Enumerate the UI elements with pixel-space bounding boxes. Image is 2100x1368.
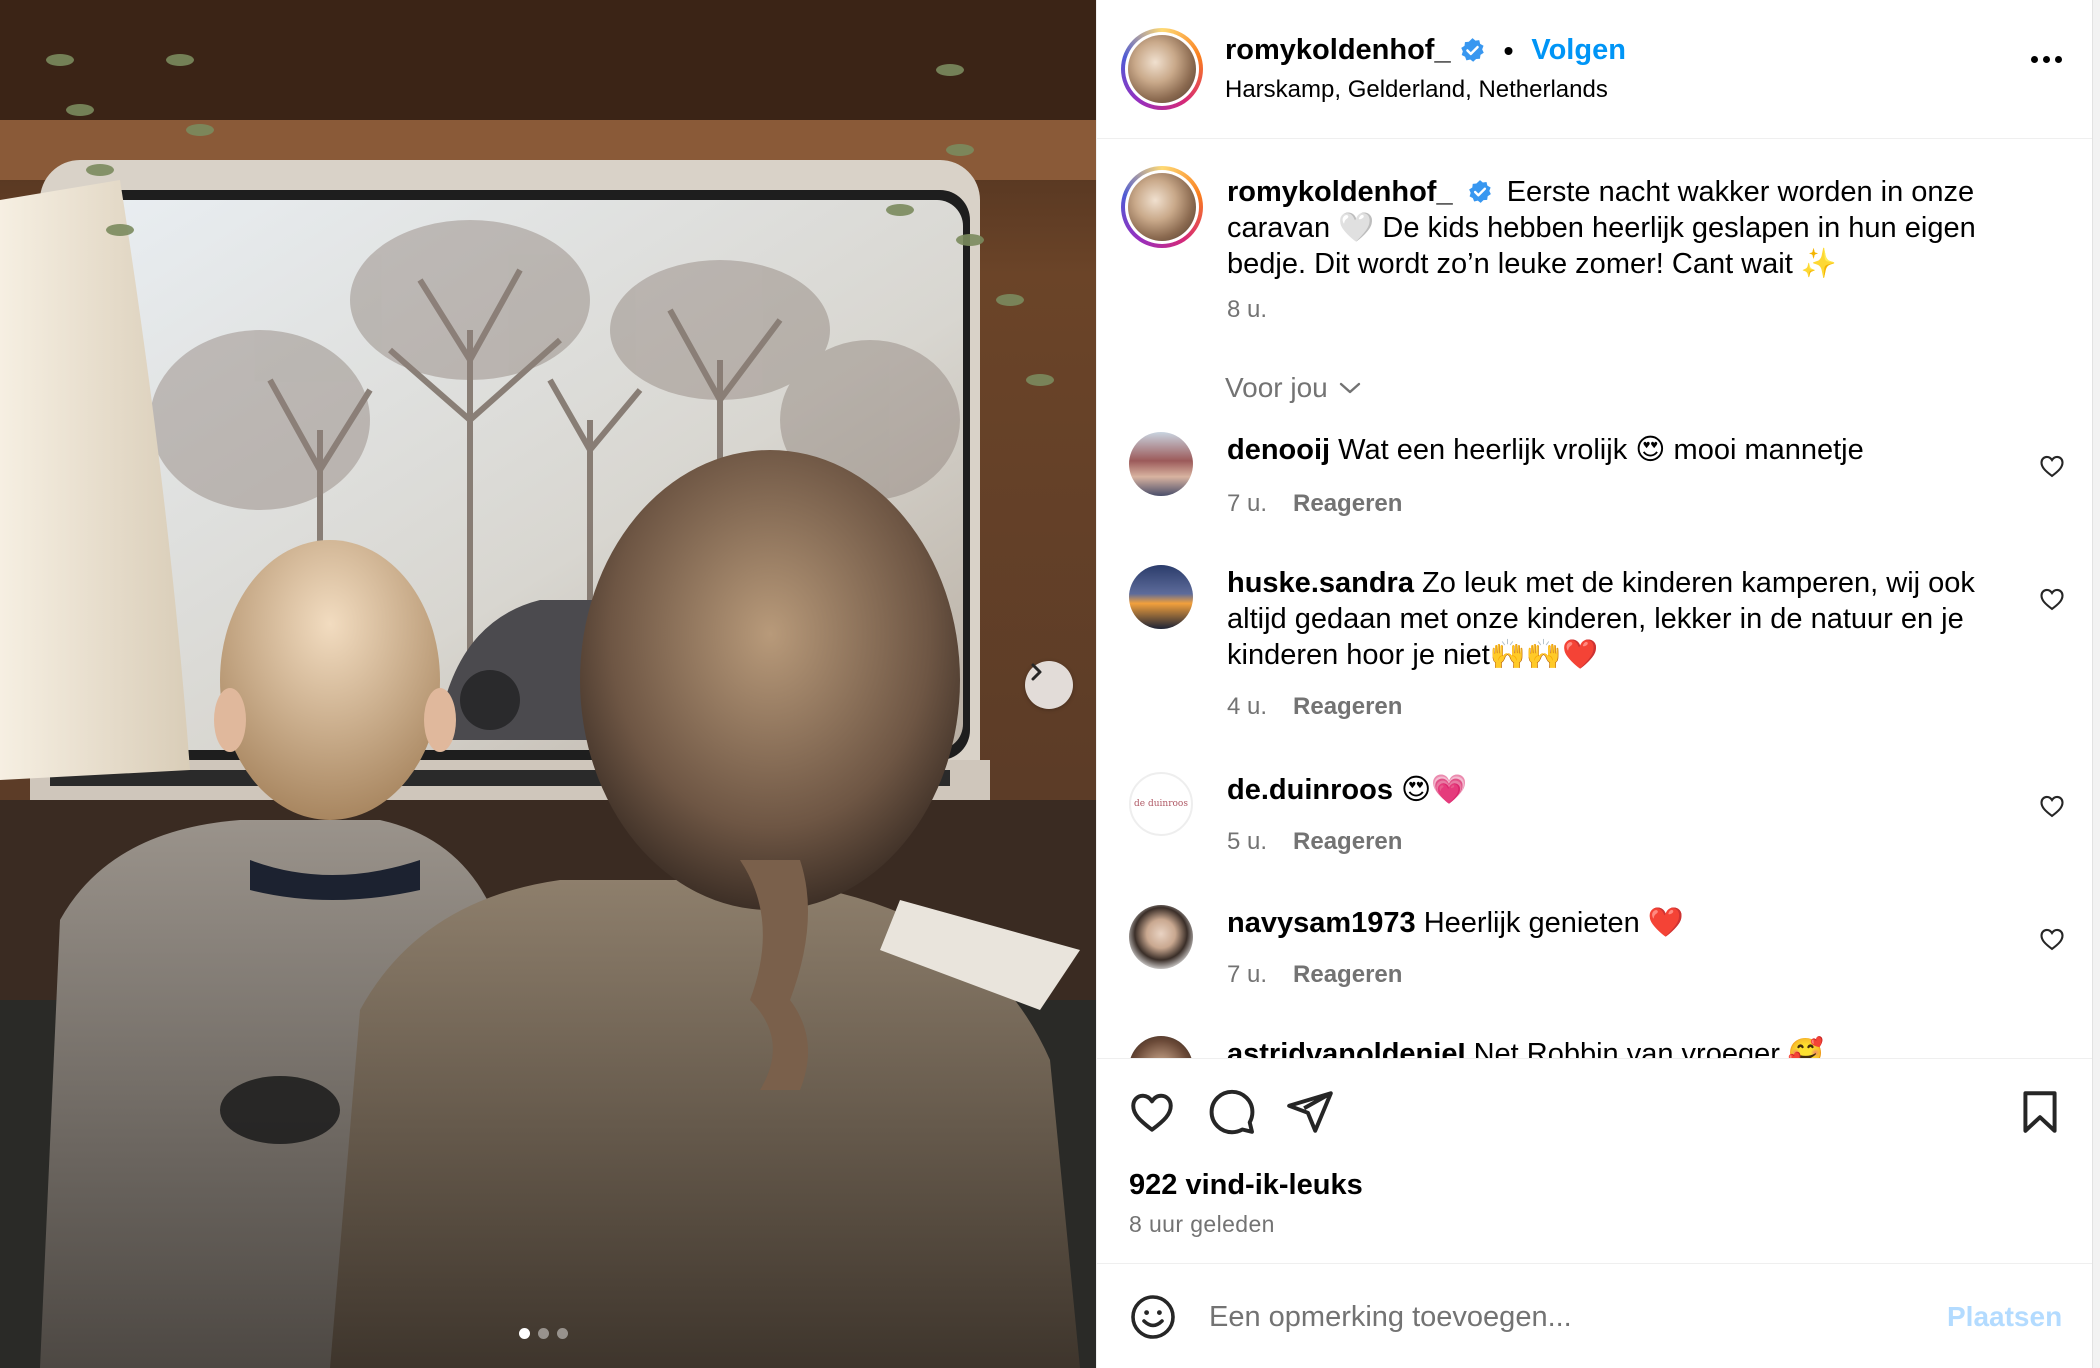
- comment-bubble-icon[interactable]: [1207, 1087, 1257, 1137]
- comment-text: 😍💗: [1401, 774, 1468, 806]
- comments-filter-label: Voor jou: [1225, 372, 1328, 403]
- commenter-username[interactable]: de.duinroos: [1227, 774, 1393, 806]
- window-edge: [2092, 0, 2100, 1368]
- commenter-avatar[interactable]: [1129, 432, 1193, 496]
- like-comment-heart-icon[interactable]: [2038, 792, 2066, 820]
- comment-meta: 5 u. Reageren: [1227, 828, 1402, 856]
- like-heart-icon[interactable]: [1127, 1087, 1177, 1137]
- post-media[interactable]: [0, 0, 1096, 1368]
- author-avatar[interactable]: [1121, 28, 1203, 110]
- caption-timestamp: 8 u.: [1227, 296, 1268, 323]
- post-side-panel: romykoldenhof_ • Volgen Harskamp, Gelder…: [1096, 0, 2093, 1368]
- reply-button[interactable]: Reageren: [1293, 490, 1402, 518]
- comment-meta: 4 u. Reageren: [1227, 693, 1402, 721]
- carousel-dot: [538, 1328, 549, 1339]
- avatar-logo-text: de duinroos: [1134, 799, 1188, 809]
- carousel-dot: [519, 1328, 530, 1339]
- carousel-indicator: [519, 1328, 568, 1339]
- post-actions-bar: 922 vind-ik-leuks 8 uur geleden: [1097, 1058, 2093, 1264]
- carousel-dot: [557, 1328, 568, 1339]
- comment-text-block: navysam1973 Heerlijk genieten ❤️: [1227, 905, 1997, 941]
- comment-composer: Plaatsen: [1097, 1265, 2093, 1368]
- commenter-username[interactable]: huske.sandra: [1227, 567, 1414, 599]
- follow-button[interactable]: Volgen: [1531, 34, 1626, 67]
- commenter-avatar[interactable]: [1129, 905, 1193, 969]
- comment-time: 5 u.: [1227, 828, 1268, 855]
- post-comment-button[interactable]: Plaatsen: [1947, 1301, 2062, 1333]
- bookmark-save-icon[interactable]: [2015, 1087, 2065, 1137]
- comment-time: 7 u.: [1227, 961, 1268, 988]
- commenter-avatar[interactable]: [1129, 1036, 1193, 1058]
- reply-button[interactable]: Reageren: [1293, 693, 1402, 721]
- author-username[interactable]: romykoldenhof_: [1225, 34, 1451, 67]
- comment-text: Wat een heerlijk vrolijk 😍 mooi mannetje: [1338, 434, 1864, 466]
- post-header: romykoldenhof_ • Volgen Harskamp, Gelder…: [1097, 0, 2093, 139]
- verified-badge-icon: [1468, 180, 1491, 203]
- share-paper-plane-icon[interactable]: [1285, 1087, 1335, 1137]
- caption-text-block: romykoldenhof_ Eerste nacht wakker worde…: [1227, 174, 2017, 282]
- post-timestamp: 8 uur geleden: [1129, 1211, 1275, 1237]
- comment-time: 4 u.: [1227, 693, 1268, 720]
- comment-text-block: huske.sandra Zo leuk met de kinderen kam…: [1227, 565, 1997, 673]
- carousel-next-button[interactable]: [1025, 661, 1073, 709]
- caption-author-avatar[interactable]: [1121, 166, 1203, 248]
- commenter-username[interactable]: navysam1973: [1227, 907, 1416, 939]
- likes-count[interactable]: 922 vind-ik-leuks: [1129, 1169, 1363, 1202]
- comment-time: 7 u.: [1227, 490, 1268, 517]
- comment-meta: 7 u. Reageren: [1227, 490, 1402, 518]
- post-location[interactable]: Harskamp, Gelderland, Netherlands: [1225, 76, 1608, 104]
- comment-text: Net Robbin van vroeger 🥰: [1473, 1038, 1825, 1058]
- like-comment-heart-icon[interactable]: [2038, 585, 2066, 613]
- separator-dot: •: [1503, 34, 1514, 66]
- comment-text-block: de.duinroos 😍💗: [1227, 772, 1997, 808]
- commenter-username[interactable]: astridvanoldenieI: [1227, 1038, 1466, 1058]
- comments-filter-dropdown[interactable]: Voor jou: [1225, 372, 1362, 404]
- emoji-picker-icon[interactable]: [1129, 1293, 1177, 1341]
- comments-list[interactable]: romykoldenhof_ Eerste nacht wakker worde…: [1097, 140, 2093, 1058]
- comment-text-block: astridvanoldenieI Net Robbin van vroeger…: [1227, 1036, 1997, 1058]
- reply-button[interactable]: Reageren: [1293, 828, 1402, 856]
- commenter-username[interactable]: denooij: [1227, 434, 1330, 466]
- chevron-right-icon: [1031, 663, 1042, 681]
- comment-text: Heerlijk genieten ❤️: [1423, 907, 1684, 939]
- commenter-avatar[interactable]: [1129, 565, 1193, 629]
- chevron-down-icon: [1339, 382, 1360, 394]
- like-comment-heart-icon[interactable]: [2038, 452, 2066, 480]
- reply-button[interactable]: Reageren: [1293, 961, 1402, 989]
- post-photo: [0, 0, 1096, 1368]
- comment-text-block: denooij Wat een heerlijk vrolijk 😍 mooi …: [1227, 432, 1997, 468]
- comment-meta: 7 u. Reageren: [1227, 961, 1402, 989]
- comment-input[interactable]: [1209, 1295, 1909, 1339]
- more-options-icon[interactable]: [2031, 56, 2062, 63]
- verified-badge-icon: [1460, 38, 1484, 62]
- caption-username[interactable]: romykoldenhof_: [1227, 176, 1453, 208]
- like-comment-heart-icon[interactable]: [2038, 925, 2066, 953]
- commenter-avatar[interactable]: de duinroos: [1129, 772, 1193, 836]
